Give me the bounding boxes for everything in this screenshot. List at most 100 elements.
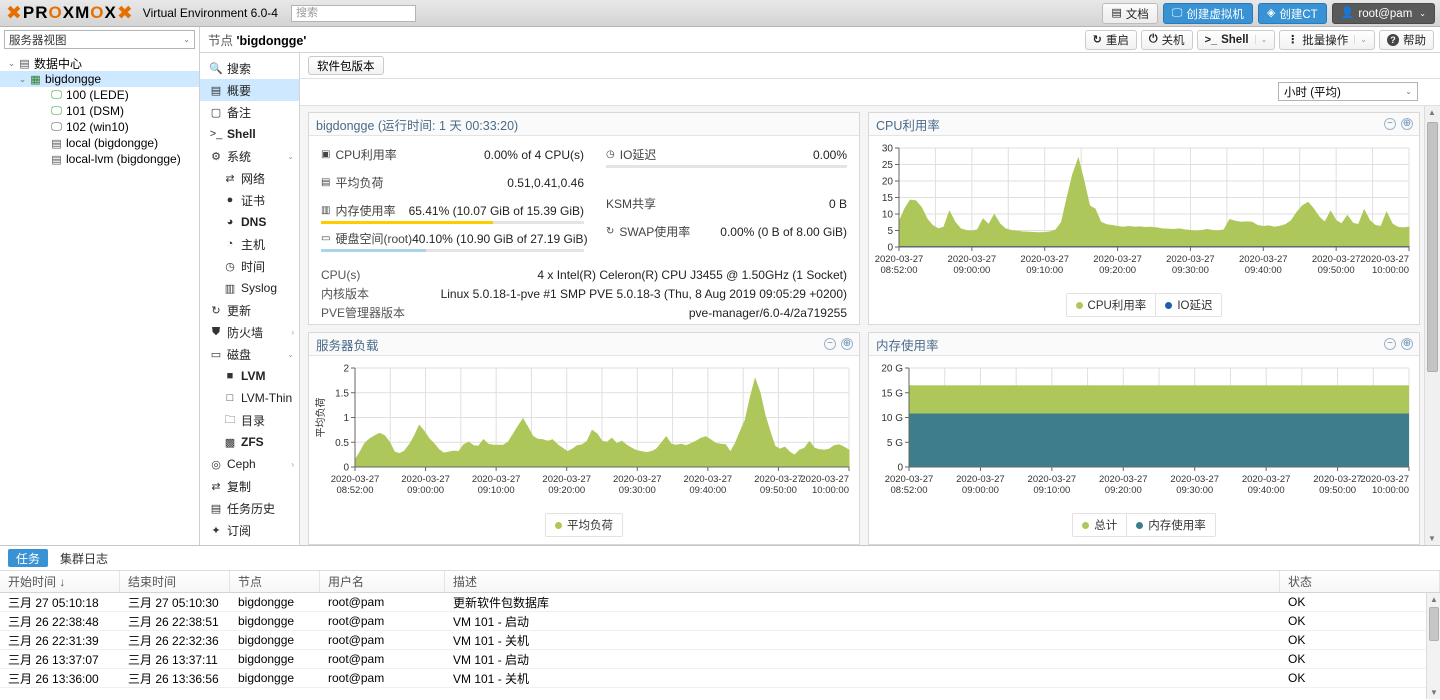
time-range-selector[interactable]: 小时 (平均) ⌄: [1278, 82, 1418, 101]
nav-item-zfs[interactable]: ▩ ZFS: [200, 431, 299, 453]
table-col-header[interactable]: 描述: [445, 571, 1280, 592]
chevron-down-icon[interactable]: ⌄: [1254, 35, 1267, 44]
nav-item-[interactable]: ⚙ 系统 ⌄: [200, 145, 299, 167]
nav-item-[interactable]: 🔍 搜索: [200, 57, 299, 79]
nav-item-lvm-thin[interactable]: □ LVM-Thin: [200, 387, 299, 409]
topbar-button-user[interactable]: 👤 root@pam ⌄: [1331, 3, 1435, 24]
nav-item-label: LVM-Thin: [241, 391, 293, 405]
scroll-down-arrow-icon[interactable]: ▼: [1430, 688, 1438, 697]
scroll-up-arrow-icon[interactable]: ▲: [1428, 108, 1436, 117]
task-table-scrollbar[interactable]: ▲ ▼: [1426, 593, 1440, 699]
expand-icon[interactable]: ⊕: [841, 338, 853, 350]
metric-row: ▥ 内存使用率 65.41% (10.07 GiB of 15.39 GiB): [321, 200, 584, 221]
bottom-panel: 任务 集群日志 开始时间 ↓ 结束时间 节点 用户名 描述 状态 三月 27 05:10:1…: [0, 545, 1440, 699]
tree-item-100[interactable]: 🖵 100 (LEDE): [0, 87, 199, 103]
svg-text:2020-03-27: 2020-03-27: [1099, 474, 1148, 485]
nav-item-[interactable]: ⇄ 复制: [200, 475, 299, 497]
svg-text:2020-03-27: 2020-03-27: [1239, 254, 1288, 265]
table-col-header[interactable]: 结束时间: [120, 571, 230, 592]
tree-item-bigdongge[interactable]: ⌄ ▦ bigdongge: [0, 71, 199, 87]
tree-expander-icon[interactable]: ⌄: [6, 58, 17, 69]
bottom-tab-cluster-log[interactable]: 集群日志: [52, 549, 116, 567]
nav-item-[interactable]: ▢ 备注: [200, 101, 299, 123]
nav-item-[interactable]: ↻ 更新: [200, 299, 299, 321]
legend-item[interactable]: IO延迟: [1156, 294, 1221, 316]
load-chart-header: 服务器负载 − ⊕: [309, 333, 859, 356]
table-row[interactable]: 三月 26 13:36:00 三月 26 13:36:56 bigdongge roo…: [0, 669, 1440, 688]
nav-item-[interactable]: ◔ 主机: [200, 233, 299, 255]
terminal-icon: >_: [209, 128, 223, 140]
collapse-icon[interactable]: −: [1384, 118, 1396, 130]
tree-item-local-lvm[interactable]: ▤ local-lvm (bigdongge): [0, 151, 199, 167]
svg-text:08:52:00: 08:52:00: [891, 485, 928, 496]
collapse-icon[interactable]: −: [824, 338, 836, 350]
svg-text:2020-03-27: 2020-03-27: [331, 474, 380, 485]
expand-icon[interactable]: ⊕: [1401, 118, 1413, 130]
expand-icon[interactable]: ⊕: [1401, 338, 1413, 350]
node-action-kebab[interactable]: ⋮ 批量操作 ⌄: [1279, 29, 1375, 50]
svg-text:09:20:00: 09:20:00: [1105, 485, 1142, 496]
nav-item-lvm[interactable]: ■ LVM: [200, 365, 299, 387]
topbar-button-book[interactable]: ▤ 文档: [1102, 3, 1158, 24]
nav-item-label: 系统: [227, 149, 252, 164]
node-action-power[interactable]: ⏻ 关机: [1140, 29, 1193, 50]
table-row[interactable]: 三月 26 22:31:39 三月 26 22:32:36 bigdongge roo…: [0, 631, 1440, 650]
nav-item-[interactable]: ▭ 磁盘 ⌄: [200, 343, 299, 365]
table-row[interactable]: 三月 26 22:38:48 三月 26 22:38:51 bigdongge roo…: [0, 612, 1440, 631]
table-row[interactable]: 三月 27 05:10:18 三月 27 05:10:30 bigdongge roo…: [0, 593, 1440, 612]
cpu-chart-title: CPU利用率: [876, 118, 940, 133]
chevron-down-icon[interactable]: ⌄: [287, 152, 294, 161]
panel-scrollbar[interactable]: ▲ ▼: [1424, 106, 1440, 545]
chevron-right-icon[interactable]: ›: [291, 460, 294, 469]
nav-item-syslog[interactable]: ▥ Syslog: [200, 277, 299, 299]
nav-item-[interactable]: ⛊ 防火墙 ›: [200, 321, 299, 343]
legend-item[interactable]: 平均负荷: [546, 514, 622, 536]
node-action-terminal[interactable]: >_ Shell ⌄: [1196, 29, 1276, 50]
legend-item[interactable]: 内存使用率: [1127, 514, 1215, 536]
topbar-button-cube[interactable]: ◈ 创建CT: [1257, 3, 1327, 24]
nav-item-[interactable]: ⇄ 网络: [200, 167, 299, 189]
node-action-help[interactable]: ? 帮助: [1379, 29, 1434, 50]
nav-item-shell[interactable]: >_ Shell: [200, 123, 299, 145]
tree-expander-icon[interactable]: ⌄: [17, 74, 28, 85]
nav-item-[interactable]: ◷ 时间: [200, 255, 299, 277]
tree-item-local[interactable]: ▤ local (bigdongge): [0, 135, 199, 151]
main-area: 服务器视图 ⌄ ⌄ ▤ 数据中心 ⌄ ▦ bigdongge 🖵 100 (LEDE) 🖵 101…: [0, 27, 1440, 545]
table-cell: VM 101 - 关机: [453, 671, 530, 686]
svg-text:2020-03-27: 2020-03-27: [1360, 254, 1409, 265]
tree-item-102[interactable]: 🖵 102 (win10): [0, 119, 199, 135]
scroll-thumb[interactable]: [1429, 607, 1439, 641]
view-selector[interactable]: 服务器视图 ⌄: [4, 30, 195, 49]
table-row[interactable]: 三月 26 13:37:07 三月 26 13:37:11 bigdongge roo…: [0, 650, 1440, 669]
collapse-icon[interactable]: −: [1384, 338, 1396, 350]
nav-item-[interactable]: 🗀 目录: [200, 409, 299, 431]
nav-item-[interactable]: ▤ 任务历史: [200, 497, 299, 519]
table-col-header[interactable]: 节点: [230, 571, 320, 592]
nav-item-[interactable]: ▤ 概要: [200, 79, 299, 101]
scroll-thumb[interactable]: [1427, 122, 1438, 372]
table-col-header[interactable]: 开始时间 ↓: [0, 571, 120, 592]
bottom-tab-tasks[interactable]: 任务: [8, 549, 49, 567]
package-versions-button[interactable]: 软件包版本: [308, 56, 384, 75]
chevron-right-icon[interactable]: ›: [291, 328, 294, 337]
table-col-header[interactable]: 用户名: [320, 571, 445, 592]
chevron-down-icon[interactable]: ⌄: [1354, 35, 1367, 44]
legend-item[interactable]: 总计: [1073, 514, 1128, 536]
scroll-down-arrow-icon[interactable]: ▼: [1428, 534, 1436, 543]
summary-region: 软件包版本 小时 (平均) ⌄ bigdongge (运行时间: 1 天 00:…: [300, 53, 1440, 545]
topbar-button-monitor[interactable]: 🖵 创建虚拟机: [1162, 3, 1253, 24]
legend-item[interactable]: CPU利用率: [1067, 294, 1157, 316]
nav-item-ceph[interactable]: ◎ Ceph ›: [200, 453, 299, 475]
chevron-down-icon[interactable]: ⌄: [287, 350, 294, 359]
nav-item-[interactable]: ● 证书: [200, 189, 299, 211]
table-col-header[interactable]: 状态: [1280, 571, 1440, 592]
scroll-up-arrow-icon[interactable]: ▲: [1430, 595, 1438, 604]
nav-item-dns[interactable]: ◕ DNS: [200, 211, 299, 233]
svg-text:1: 1: [343, 413, 349, 424]
node-info-lines: CPU(s) 4 x Intel(R) Celeron(R) CPU J3455 …: [321, 265, 847, 322]
tree-item-101[interactable]: 🖵 101 (DSM): [0, 103, 199, 119]
nav-item-[interactable]: ✦ 订阅: [200, 519, 299, 541]
node-action-restart[interactable]: ↻ 重启: [1084, 29, 1137, 50]
tree-item-数据中心[interactable]: ⌄ ▤ 数据中心: [0, 55, 199, 71]
global-search-input[interactable]: 搜索: [290, 4, 416, 22]
